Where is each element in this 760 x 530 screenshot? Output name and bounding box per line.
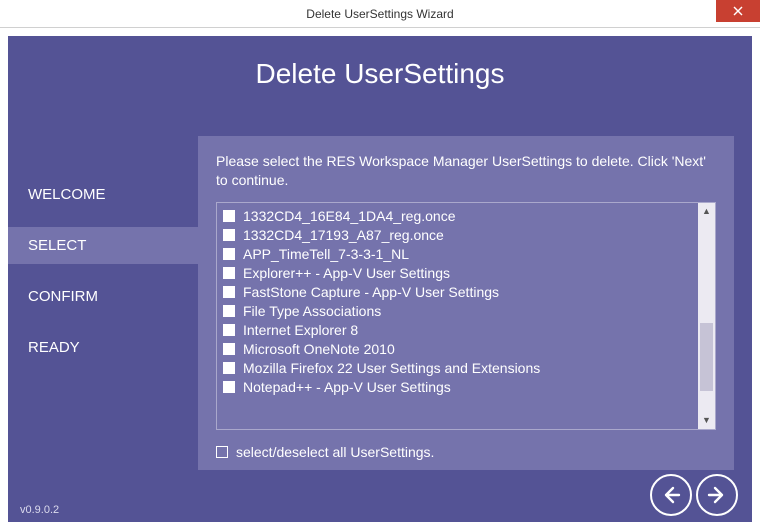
scroll-down-icon[interactable]: ▼ [698,412,715,429]
list-item[interactable]: 1332CD4_16E84_1DA4_reg.once [223,207,692,226]
list-item-label: Internet Explorer 8 [243,322,358,338]
checkbox-icon[interactable] [223,324,235,336]
checkbox-icon[interactable] [223,362,235,374]
list-item-label: Explorer++ - App-V User Settings [243,265,450,281]
checkbox-icon[interactable] [223,305,235,317]
checkbox-icon[interactable] [223,381,235,393]
panel-instructions: Please select the RES Workspace Manager … [216,152,716,190]
arrow-left-icon [661,485,681,505]
list-item-label: Mozilla Firefox 22 User Settings and Ext… [243,360,540,376]
list-item[interactable]: Notepad++ - App-V User Settings [223,378,692,397]
step-welcome[interactable]: WELCOME [8,176,198,213]
close-button[interactable] [716,0,760,22]
list-item[interactable]: FastStone Capture - App-V User Settings [223,283,692,302]
list-item-label: APP_TimeTell_7-3-3-1_NL [243,246,409,262]
list-item-label: File Type Associations [243,303,381,319]
usersettings-listbox: 1332CD4_16E84_1DA4_reg.once 1332CD4_1719… [216,202,716,430]
step-nav: WELCOME SELECT CONFIRM READY [8,176,198,380]
list-item-label: FastStone Capture - App-V User Settings [243,284,499,300]
scroll-up-icon[interactable]: ▲ [698,203,715,220]
list-item-label: Microsoft OneNote 2010 [243,341,395,357]
arrow-right-icon [707,485,727,505]
checkbox-icon[interactable] [223,210,235,222]
next-button[interactable] [696,474,738,516]
list-inner: 1332CD4_16E84_1DA4_reg.once 1332CD4_1719… [217,203,698,429]
checkbox-icon[interactable] [216,446,228,458]
nav-buttons [650,474,738,516]
window-body: Delete UserSettings WELCOME SELECT CONFI… [0,28,760,530]
back-button[interactable] [650,474,692,516]
list-item[interactable]: File Type Associations [223,302,692,321]
list-item-label: 1332CD4_17193_A87_reg.once [243,227,444,243]
titlebar: Delete UserSettings Wizard [0,0,760,28]
list-item[interactable]: Mozilla Firefox 22 User Settings and Ext… [223,359,692,378]
step-confirm[interactable]: CONFIRM [8,278,198,315]
list-item[interactable]: APP_TimeTell_7-3-3-1_NL [223,245,692,264]
close-icon [733,6,743,16]
list-item-label: 1332CD4_16E84_1DA4_reg.once [243,208,456,224]
list-item[interactable]: 1332CD4_17193_A87_reg.once [223,226,692,245]
select-all-toggle[interactable]: select/deselect all UserSettings. [216,444,716,460]
list-item-label: Notepad++ - App-V User Settings [243,379,451,395]
step-ready[interactable]: READY [8,329,198,366]
checkbox-icon[interactable] [223,248,235,260]
content-panel: Please select the RES Workspace Manager … [198,136,734,470]
wizard: Delete UserSettings WELCOME SELECT CONFI… [8,36,752,522]
list-item[interactable]: Internet Explorer 8 [223,321,692,340]
wizard-heading: Delete UserSettings [8,36,752,108]
window-title: Delete UserSettings Wizard [306,7,453,21]
step-select[interactable]: SELECT [8,227,199,264]
scrollbar[interactable]: ▲ ▼ [698,203,715,429]
checkbox-icon[interactable] [223,343,235,355]
checkbox-icon[interactable] [223,229,235,241]
list-item[interactable]: Microsoft OneNote 2010 [223,340,692,359]
scroll-thumb[interactable] [700,323,713,391]
select-all-label: select/deselect all UserSettings. [236,444,434,460]
list-item[interactable]: Explorer++ - App-V User Settings [223,264,692,283]
checkbox-icon[interactable] [223,267,235,279]
version-label: v0.9.0.2 [20,504,59,516]
checkbox-icon[interactable] [223,286,235,298]
